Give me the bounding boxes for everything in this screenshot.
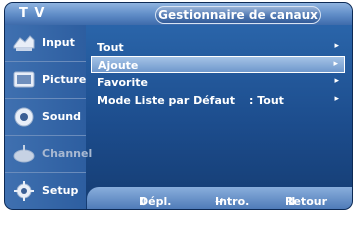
menu-item-value: : Tout [249, 94, 284, 107]
sidebar-item-input[interactable]: Input [5, 25, 86, 62]
sidebar-item-label: Setup [42, 184, 79, 197]
sidebar-item-label: Input [42, 36, 75, 49]
enter-label: Intro. [215, 195, 250, 208]
menu-item-label: Favorite [97, 76, 148, 89]
menu-header: T V Gestionnaire de canaux [5, 3, 352, 25]
menu-item-mode-liste[interactable]: Mode Liste par Défaut : Tout ▸ [91, 92, 345, 109]
page-title: Gestionnaire de canaux [155, 6, 321, 24]
move-label: Dépl. [139, 195, 172, 208]
sidebar-item-setup[interactable]: Setup [5, 173, 86, 209]
input-icon [13, 35, 35, 51]
sidebar-item-sound[interactable]: Sound [5, 99, 86, 136]
picture-icon [13, 71, 35, 88]
chevron-right-icon: ▸ [333, 59, 338, 69]
menu-item-label: Ajoute [98, 59, 139, 72]
sidebar-item-label: Picture [42, 73, 87, 86]
footer-help: ⇕ Dépl. ↵ Intro. Ⅲ Retour [87, 187, 352, 209]
menu-item-label: Mode Liste par Défaut [97, 94, 235, 107]
chevron-right-icon: ▸ [334, 76, 339, 86]
channel-icon [13, 145, 35, 163]
menu-item-ajoute[interactable]: Ajoute ▸ [91, 56, 345, 73]
setup-icon [14, 181, 34, 201]
sidebar-item-picture[interactable]: Picture [5, 62, 86, 99]
chevron-right-icon: ▸ [334, 94, 339, 104]
menu-item-tout[interactable]: Tout ▸ [91, 39, 345, 56]
return-label: Retour [285, 195, 328, 208]
sidebar-item-label: Channel [42, 147, 93, 160]
sidebar-item-channel[interactable]: Channel [5, 136, 92, 173]
menu-item-favorite[interactable]: Favorite ▸ [91, 74, 345, 91]
menu-item-label: Tout [97, 41, 124, 54]
tv-osd-menu: T V Gestionnaire de canaux Input Picture [4, 2, 353, 210]
sidebar-item-label: Sound [42, 110, 82, 123]
sidebar: Input Picture Sound Channel Setup [5, 25, 92, 209]
sound-icon [14, 107, 34, 127]
tv-label: T V [19, 6, 46, 21]
menu-panel: Tout ▸ Ajoute ▸ Favorite ▸ Mode Liste pa… [87, 31, 347, 191]
chevron-right-icon: ▸ [334, 41, 339, 51]
